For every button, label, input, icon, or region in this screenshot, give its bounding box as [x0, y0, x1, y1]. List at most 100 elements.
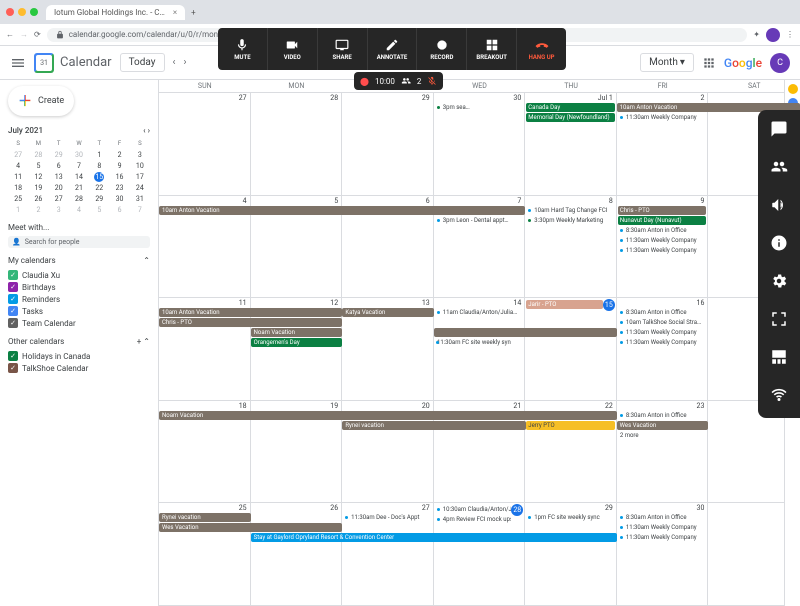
event-chip[interactable]: 11:30am Weekly Company [618, 338, 707, 347]
event-span[interactable]: Orangemen's Day (Newfoundland) [251, 338, 343, 347]
create-button[interactable]: ＋ Create [8, 86, 74, 116]
minical-day[interactable]: 15 [94, 172, 104, 182]
minical-prev-icon[interactable]: ‹ [143, 126, 145, 135]
event-chip[interactable]: 11:30am Weekly Company [618, 236, 707, 245]
minical-day[interactable]: 14 [69, 172, 89, 182]
event-chip[interactable]: Jarir - PTO [526, 300, 603, 309]
event-chip[interactable]: Canada Day [526, 103, 615, 112]
minical-day[interactable]: 30 [109, 194, 129, 204]
minical-day[interactable]: 1 [8, 205, 28, 215]
event-chip[interactable]: 2 more [618, 431, 707, 440]
minical-day[interactable]: 3 [49, 205, 69, 215]
day-cell[interactable]: 9Chris - PTONunavut Day (Nunavut)8:30am … [617, 196, 709, 298]
day-cell[interactable]: 168:30am Anton in Office10am TalkShoe So… [617, 298, 709, 400]
event-span[interactable]: Noam Vacation [159, 411, 617, 420]
minical-day[interactable]: 5 [89, 205, 109, 215]
event-chip[interactable]: 3pm sea… [435, 103, 524, 112]
apps-grid-icon[interactable] [702, 56, 716, 70]
minical-day[interactable]: 19 [28, 183, 48, 193]
event-chip[interactable]: 4pm Review FCI mock ups [435, 515, 512, 524]
event-chip[interactable]: 8:30am Anton in Office [618, 226, 707, 235]
minical-day[interactable]: 6 [109, 205, 129, 215]
event-chip[interactable]: Chris - PTO [618, 206, 707, 215]
event-chip[interactable]: Nunavut Day (Nunavut) [618, 216, 707, 225]
minical-day[interactable]: 18 [8, 183, 28, 193]
event-span[interactable]: Rynei vacation [342, 421, 525, 430]
event-chip[interactable]: 11:30am Weekly Company [618, 113, 707, 122]
today-button[interactable]: Today [120, 53, 165, 72]
conf-mute-button[interactable]: MUTE [218, 28, 268, 70]
minical-day[interactable]: 24 [130, 183, 150, 193]
event-span[interactable]: Wes Vacation [159, 523, 342, 532]
minical-day[interactable]: 16 [109, 172, 129, 182]
conf-video-button[interactable]: VIDEO [268, 28, 318, 70]
info-icon[interactable] [770, 234, 788, 256]
day-cell[interactable]: 2711:30am Dee - Doc's Appt [342, 503, 434, 605]
event-chip[interactable]: 11am Claudia/Anton/Julia… [435, 308, 524, 317]
nav-forward-icon[interactable]: → [20, 30, 28, 39]
conf-share-button[interactable]: SHARE [318, 28, 368, 70]
minical-day[interactable]: 4 [69, 205, 89, 215]
keep-icon[interactable] [788, 84, 798, 94]
event-span[interactable]: Noam Vacation [251, 328, 343, 337]
mic-off-icon[interactable] [427, 76, 437, 86]
day-cell[interactable]: 2810:30am Claudia/Anton/Ju4pm Review FCI… [434, 503, 526, 605]
event-span[interactable]: 10am Anton Vacation [159, 206, 525, 215]
day-cell[interactable]: 238:30am Anton in Office11:30am Weekly C… [617, 401, 709, 503]
minical-day[interactable]: 12 [28, 172, 48, 182]
event-chip[interactable]: 11:30am Weekly Company [618, 523, 707, 532]
day-cell[interactable]: Jul 1Canada DayMemorial Day (Newfoundlan… [525, 93, 617, 195]
browser-menu-icon[interactable]: ⋮ [786, 30, 794, 39]
event-chip[interactable]: 10:30am Claudia/Anton/Ju [435, 505, 512, 514]
event-chip[interactable]: 11:30am Weekly Company [618, 533, 707, 542]
participants-icon[interactable] [770, 158, 788, 180]
event-chip[interactable]: 10am Hard Tag Change FCI [526, 206, 615, 215]
minical-day[interactable]: 25 [8, 194, 28, 204]
event-span[interactable]: Chris - PTO [159, 318, 342, 327]
event-chip[interactable]: 10am TalkShoe Social Stra… [618, 318, 707, 327]
minical-day[interactable]: 29 [89, 194, 109, 204]
minical-day[interactable]: 9 [109, 161, 129, 171]
browser-tab[interactable]: Iotum Global Holdings Inc. - C… [46, 5, 185, 20]
event-span[interactable]: 10am Anton Vacation [159, 308, 342, 317]
wifi-icon[interactable] [770, 386, 788, 408]
day-cell[interactable]: 28 [251, 93, 343, 195]
day-cell[interactable]: 303pm sea… [434, 93, 526, 195]
event-chip[interactable]: 8:30am Anton in Office [618, 308, 707, 317]
minical-next-icon[interactable]: › [148, 126, 150, 135]
settings-icon[interactable] [770, 272, 788, 294]
megaphone-icon[interactable] [770, 196, 788, 218]
minical-day[interactable]: 31 [130, 194, 150, 204]
day-cell[interactable]: 27 [159, 93, 251, 195]
minical-day[interactable]: 7 [130, 205, 150, 215]
next-month-icon[interactable]: › [184, 57, 187, 68]
conf-breakout-button[interactable]: BREAKOUT [467, 28, 517, 70]
minical-day[interactable]: 3 [130, 150, 150, 160]
minical-day[interactable]: 2 [109, 150, 129, 160]
minical-day[interactable]: 10 [130, 161, 150, 171]
minical-day[interactable]: 7 [69, 161, 89, 171]
event-chip[interactable]: 8:30am Anton in Office [618, 411, 707, 420]
account-avatar[interactable]: C [770, 53, 790, 73]
minical-day[interactable]: 1 [89, 150, 109, 160]
event-chip[interactable]: 3:30pm Weekly Marketing [526, 216, 615, 225]
layout-icon[interactable] [770, 348, 788, 370]
event-chip[interactable]: 8:30am Anton in Office [618, 513, 707, 522]
other-calendars-section[interactable]: Other calendars + ⌃ [8, 337, 150, 346]
calendar-checkbox-item[interactable]: ✓Birthdays [8, 281, 150, 293]
minical-day[interactable]: 17 [130, 172, 150, 182]
conf-annotate-button[interactable]: ANNOTATE [368, 28, 418, 70]
event-chip[interactable]: 1pm FC site weekly sync [526, 513, 615, 522]
mini-calendar[interactable]: SMTWTFS272829301234567891011121314151617… [8, 139, 150, 215]
day-cell[interactable]: 1411am Claudia/Anton/Julia… [434, 298, 526, 400]
event-span[interactable]: Katya Vacation [342, 308, 434, 317]
minical-day[interactable]: 20 [49, 183, 69, 193]
minical-day[interactable]: 26 [28, 194, 48, 204]
day-cell[interactable]: 29 [342, 93, 434, 195]
calendar-logo[interactable]: Calendar [34, 53, 112, 73]
event-chip[interactable]: Jerry PTO [526, 421, 615, 430]
minical-day[interactable]: 27 [49, 194, 69, 204]
calendar-checkbox-item[interactable]: ✓TalkShoe Calendar [8, 362, 150, 374]
calendar-checkbox-item[interactable]: ✓Team Calendar [8, 317, 150, 329]
event-span[interactable]: Wes Vacation [617, 421, 709, 430]
